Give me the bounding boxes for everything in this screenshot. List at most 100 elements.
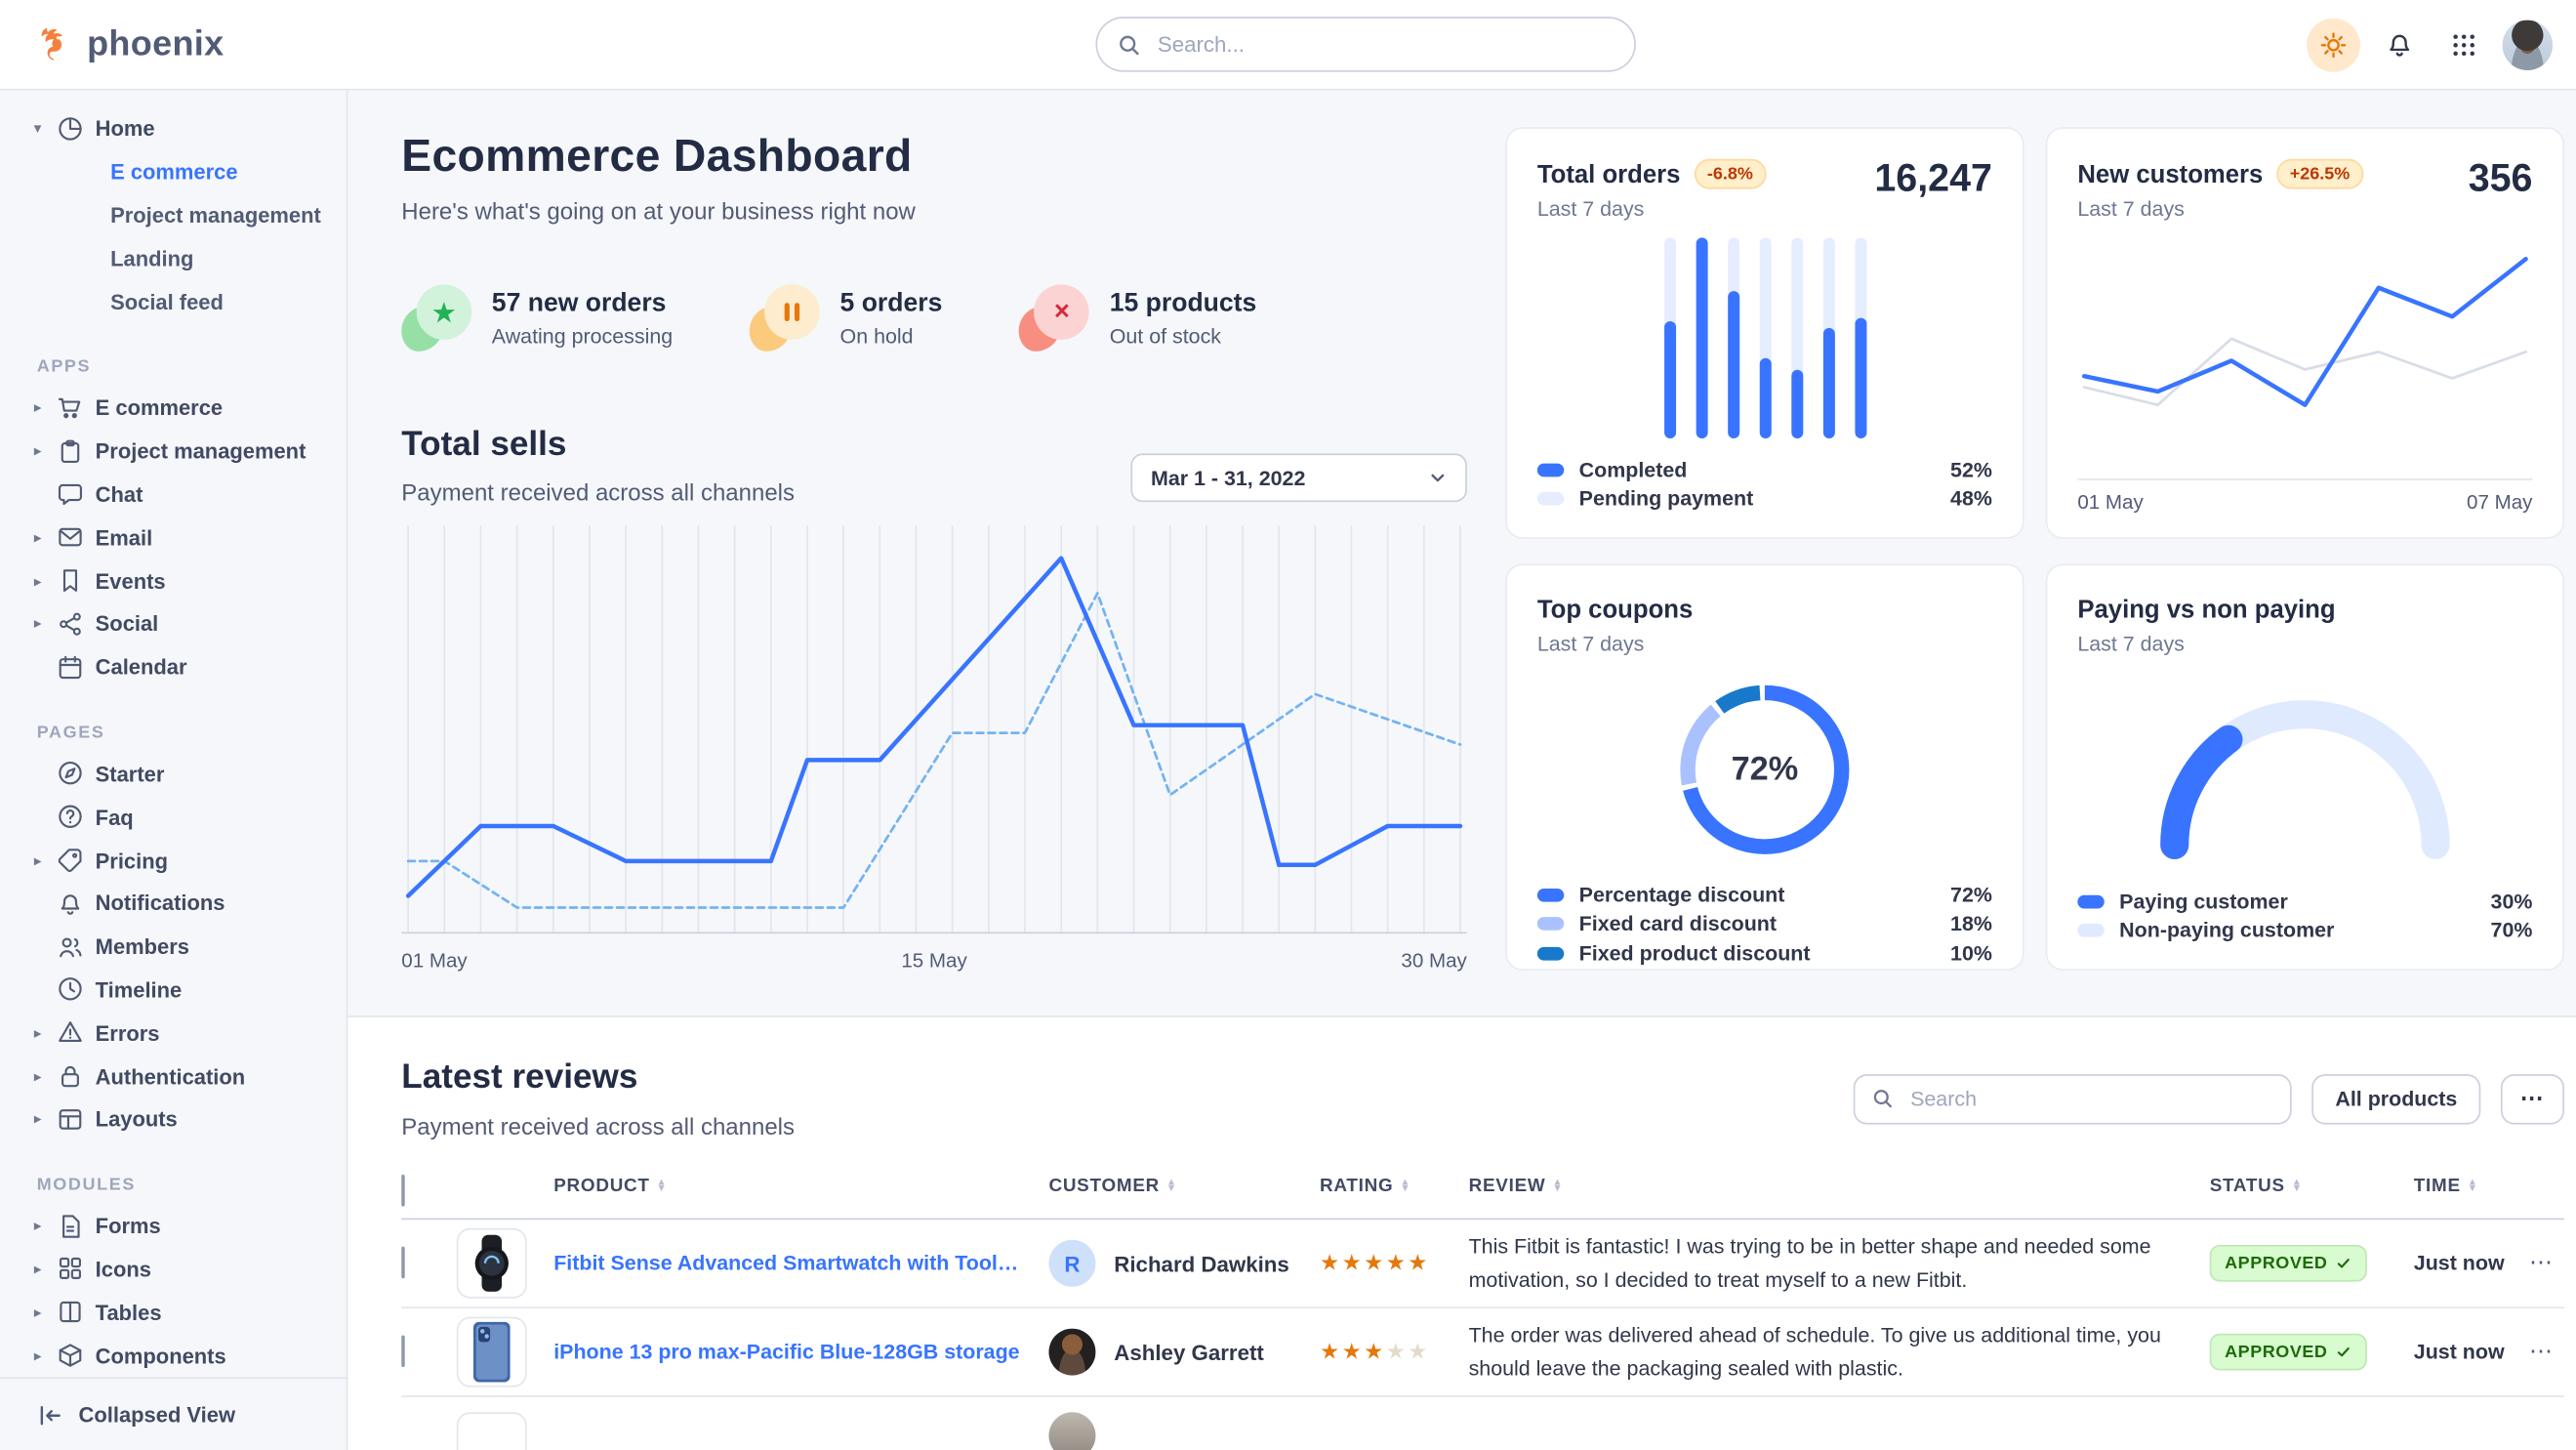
sidebar-item-home[interactable]: ▾Home [23, 107, 333, 150]
sidebar-item-e-commerce[interactable]: E commerce [23, 150, 333, 193]
paying-card: Paying vs non paying Last 7 days Paying … [2046, 563, 2564, 970]
product-thumbnail [457, 1412, 527, 1450]
phoenix-logo-icon [33, 24, 73, 64]
sort-icon: ▲▼ [657, 1179, 668, 1193]
row-more-button[interactable]: ⋯ [2529, 1337, 2553, 1365]
stats-row: ★ 57 new ordersAwating processing 5 orde… [401, 284, 1467, 352]
sidebar-item-project-management[interactable]: ▸Project management [23, 430, 333, 473]
table-header-row: PRODUCT ▲▼CUSTOMER ▲▼RATING ▲▼REVIEW ▲▼S… [401, 1177, 2564, 1221]
compass-icon [57, 761, 83, 787]
date-range-select[interactable]: Mar 1 - 31, 2022 [1130, 453, 1466, 502]
column-header-rating[interactable]: RATING ▲▼ [1320, 1177, 1469, 1197]
reviews-title: Latest reviews [401, 1057, 795, 1098]
row-checkbox[interactable] [401, 1335, 404, 1367]
theme-toggle-button[interactable] [2307, 18, 2360, 71]
reviews-search-input[interactable] [1907, 1085, 2273, 1111]
mail-icon [57, 524, 83, 551]
sidebar-item-icons[interactable]: ▸Icons [23, 1248, 333, 1291]
column-header-status[interactable]: STATUS ▲▼ [2210, 1177, 2414, 1197]
product-thumbnail[interactable] [457, 1228, 527, 1299]
review-time: Just now [2414, 1341, 2529, 1364]
all-products-button[interactable]: All products [2311, 1073, 2480, 1123]
sidebar-item-chat[interactable]: Chat [23, 473, 333, 516]
row-checkbox[interactable] [401, 1247, 404, 1279]
legend-item-fixed-card-discount: Fixed card discount18% [1537, 909, 1992, 938]
main-content: Ecommerce Dashboard Here's what's going … [348, 91, 2576, 1450]
bookmark-icon [57, 567, 83, 594]
check-icon [2336, 1344, 2352, 1360]
sidebar-item-components[interactable]: ▸Components [23, 1334, 333, 1377]
sidebar-item-forms[interactable]: ▸Forms [23, 1204, 333, 1247]
sidebar-item-calendar[interactable]: Calendar [23, 645, 333, 688]
more-options-button[interactable]: ⋯ [2501, 1073, 2564, 1123]
caret-right-icon: ▸ [30, 852, 45, 867]
legend-swatch [1537, 463, 1564, 476]
sidebar-item-starter[interactable]: Starter [23, 752, 333, 795]
top-coupons-card: Top coupons Last 7 days 72% Percentage d… [1505, 563, 2024, 970]
card-title: Paying vs non paying [2077, 596, 2335, 624]
dashboard-left-column: Ecommerce Dashboard Here's what's going … [401, 127, 1467, 972]
sidebar-item-events[interactable]: ▸Events [23, 559, 333, 602]
product-link[interactable]: iPhone 13 pro max-Pacific Blue-128GB sto… [553, 1341, 1048, 1364]
column-header-time[interactable]: TIME ▲▼ [2414, 1177, 2529, 1197]
stat-out-of-stock: × 15 productsOut of stock [1019, 284, 1256, 352]
customer-avatar [1048, 1329, 1095, 1376]
new-customers-card: New customers +26.5% Last 7 days 356 01 … [2046, 127, 2564, 539]
column-header-customer[interactable]: CUSTOMER ▲▼ [1048, 1177, 1320, 1197]
product-thumbnail[interactable] [457, 1317, 527, 1388]
sidebar-item-social[interactable]: ▸Social [23, 602, 333, 645]
x-axis-label: 01 May [401, 949, 467, 973]
order-bar [1663, 237, 1675, 438]
total-sells-chart [401, 525, 1467, 942]
apps-grid-button[interactable] [2437, 18, 2491, 71]
total-sells-x-axis: 01 May15 May30 May [401, 949, 1467, 973]
collapse-icon [37, 1401, 63, 1428]
latest-reviews-section: Latest reviews Payment received across a… [348, 1015, 2576, 1450]
sidebar-item-e-commerce[interactable]: ▸E commerce [23, 387, 333, 430]
select-all-checkbox[interactable] [401, 1175, 404, 1207]
share-icon [57, 610, 83, 637]
sidebar-item-tables[interactable]: ▸Tables [23, 1291, 333, 1334]
total-orders-legend: Completed52% Pending payment48% [1537, 455, 1992, 514]
column-header-product[interactable]: PRODUCT ▲▼ [553, 1177, 1048, 1197]
chevron-down-icon [1428, 469, 1447, 487]
sidebar-item-landing[interactable]: Landing [23, 236, 333, 279]
sidebar-item-social-feed[interactable]: Social feed [23, 279, 333, 322]
global-search[interactable] [1095, 17, 1636, 72]
order-bar [1822, 237, 1834, 438]
sort-icon: ▲▼ [1166, 1179, 1177, 1193]
dashboard-top-section: Ecommerce Dashboard Here's what's going … [348, 91, 2576, 973]
sidebar-item-notifications[interactable]: Notifications [23, 882, 333, 925]
column-header-review[interactable]: REVIEW ▲▼ [1469, 1177, 2210, 1197]
sidebar-item-layouts[interactable]: ▸Layouts [23, 1098, 333, 1140]
collapsed-view-button[interactable]: Collapsed View [0, 1377, 347, 1450]
sidebar-item-authentication[interactable]: ▸Authentication [23, 1055, 333, 1098]
pie-chart-icon [57, 115, 83, 142]
paying-legend: Paying customer30% Non-paying customer70… [2077, 887, 2532, 945]
total-orders-card: Total orders -6.8% Last 7 days 16,247 Co… [1505, 127, 2024, 539]
reviews-search[interactable] [1854, 1073, 2292, 1123]
stat-awating-processing: ★ 57 new ordersAwating processing [401, 284, 673, 352]
caret-right-icon: ▸ [30, 1111, 45, 1126]
review-text: The order was delivered ahead of schedul… [1469, 1318, 2210, 1386]
product-link[interactable]: Fitbit Sense Advanced Smartwatch with To… [553, 1252, 1048, 1275]
sidebar-item-project-management[interactable]: Project management [23, 193, 333, 236]
sidebar-item-faq[interactable]: Faq [23, 796, 333, 839]
brand-logo[interactable]: phoenix [33, 24, 224, 64]
row-more-button[interactable]: ⋯ [2529, 1248, 2553, 1276]
sidebar-item-errors[interactable]: ▸Errors [23, 1012, 333, 1055]
tag-icon [57, 847, 83, 873]
notifications-button[interactable] [2372, 18, 2426, 71]
order-bar [1855, 237, 1866, 438]
sidebar-item-pricing[interactable]: ▸Pricing [23, 839, 333, 882]
sidebar-item-members[interactable]: Members [23, 925, 333, 968]
new-customers-x-axis: 01 May07 May [2077, 478, 2532, 514]
user-avatar[interactable] [2503, 20, 2553, 69]
sidebar-item-email[interactable]: ▸Email [23, 516, 333, 559]
sidebar-item-timeline[interactable]: Timeline [23, 968, 333, 1011]
global-search-input[interactable] [1154, 30, 1614, 59]
caret-down-icon: ▾ [30, 121, 45, 136]
bell-icon [57, 890, 83, 916]
collapsed-view-label: Collapsed View [79, 1402, 235, 1428]
paying-gauge-chart [2077, 656, 2532, 887]
